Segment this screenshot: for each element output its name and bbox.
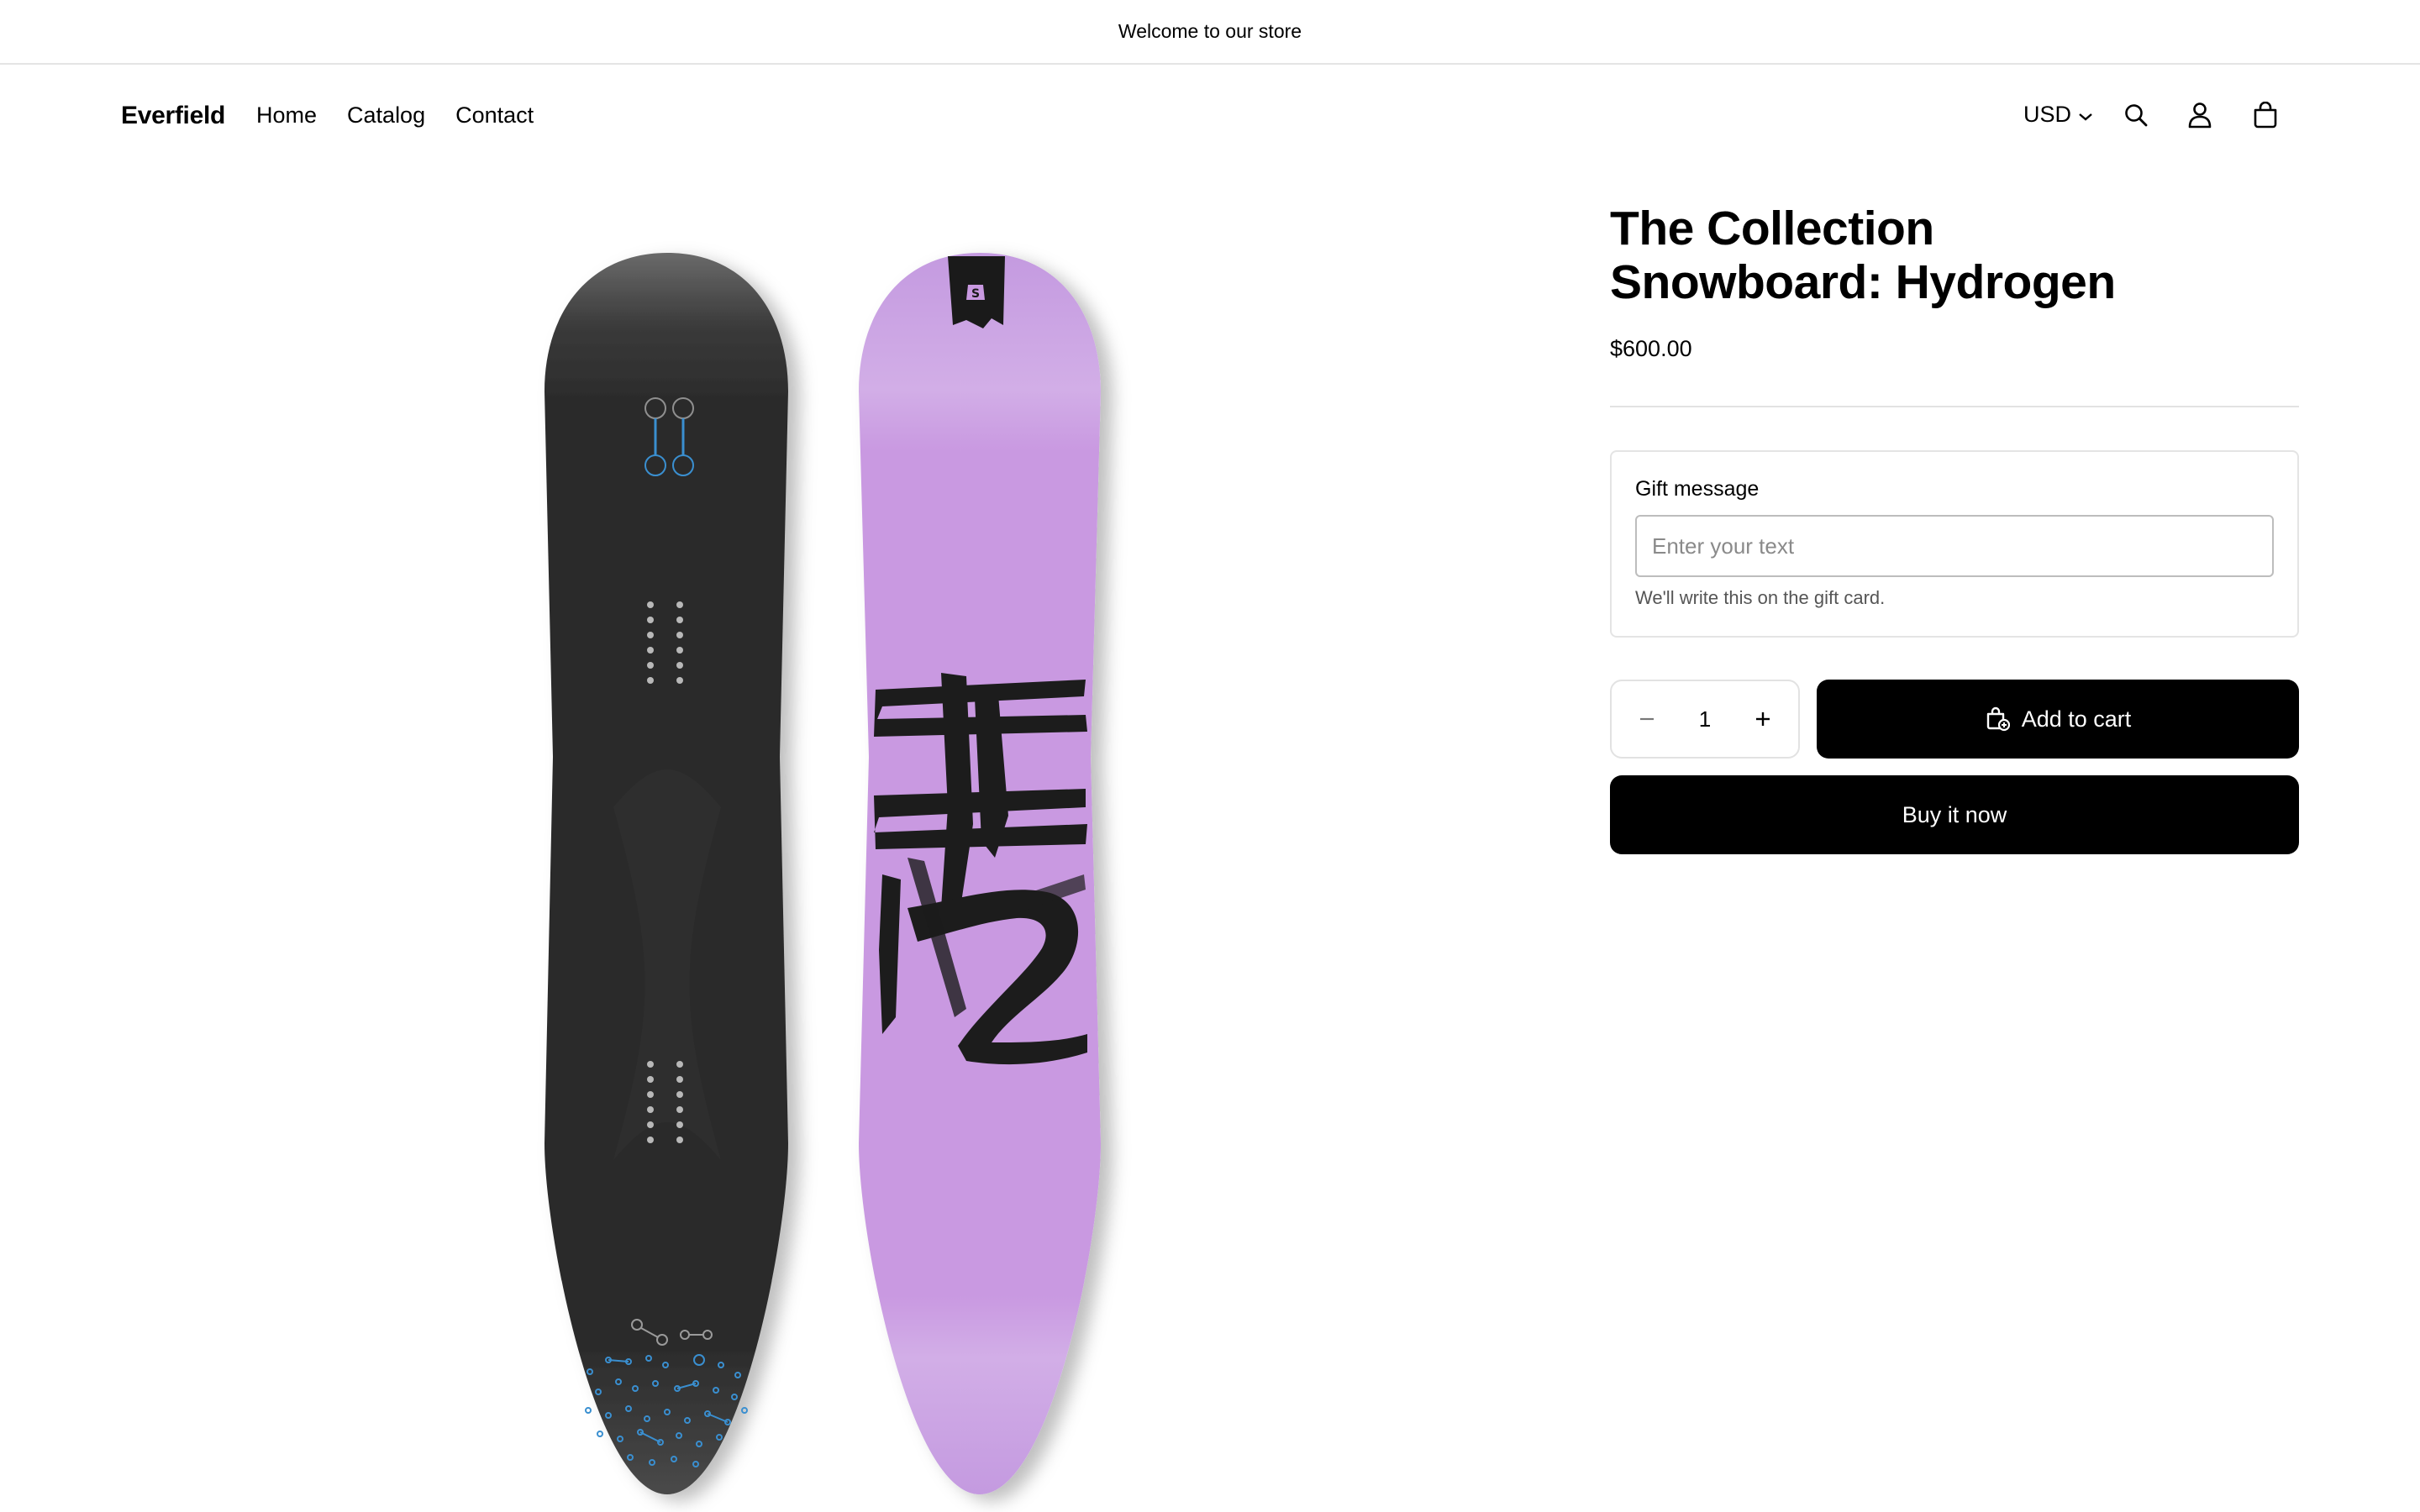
gift-message-help: We'll write this on the gift card.	[1635, 587, 1886, 608]
add-to-cart-label: Add to cart	[2021, 706, 2132, 732]
account-icon[interactable]	[2183, 98, 2217, 132]
buy-now-label: Buy it now	[1902, 801, 2007, 827]
add-to-cart-icon	[1986, 706, 2010, 732]
gift-message-label: Gift message	[1635, 477, 1760, 501]
product-title-line-1: The Collection	[1610, 202, 1934, 255]
snowboard-base	[544, 253, 788, 1494]
nav-contact[interactable]: Contact	[455, 102, 534, 129]
nav-home[interactable]: Home	[256, 102, 317, 129]
nav-catalog[interactable]: Catalog	[347, 102, 425, 129]
minus-icon	[1640, 717, 1654, 721]
store-logo[interactable]: Everfield	[121, 102, 225, 130]
divider	[1610, 406, 2299, 407]
product-title: The Collection Snowboard: Hydrogen	[1610, 202, 2299, 309]
cart-icon[interactable]	[2249, 98, 2282, 132]
site-header: Everfield Home Catalog Contact USD	[0, 65, 2420, 169]
announcement-text: Welcome to our store	[1118, 20, 1302, 42]
brand-tag: S	[948, 256, 1005, 328]
currency-label: USD	[2023, 102, 2072, 127]
announcement-bar: Welcome to our store	[0, 0, 2420, 65]
gift-message-input[interactable]	[1635, 515, 2274, 577]
plus-icon	[1756, 712, 1770, 726]
product-info: The Collection Snowboard: Hydrogen $600.…	[1610, 202, 2299, 854]
quantity-increase-button[interactable]	[1746, 702, 1780, 736]
product-price: $600.00	[1610, 336, 1692, 361]
search-icon[interactable]	[2119, 98, 2153, 132]
main-nav: Home Catalog Contact	[256, 102, 534, 129]
gift-message-box: Gift message We'll write this on the gif…	[1610, 450, 2299, 638]
snowboard-top	[859, 253, 1101, 1494]
quantity-value[interactable]: 1	[1699, 706, 1711, 732]
product-image[interactable]: S	[0, 169, 1613, 1512]
product-title-line-2: Snowboard: Hydrogen	[1610, 255, 2116, 309]
chevron-down-icon	[2078, 102, 2093, 128]
buy-row: 1 Add to cart	[1610, 680, 2299, 759]
product-gallery: S	[0, 169, 1613, 1512]
add-to-cart-button[interactable]: Add to cart	[1817, 680, 2299, 759]
buy-now-button[interactable]: Buy it now	[1610, 775, 2299, 854]
quantity-stepper: 1	[1610, 680, 1800, 759]
quantity-decrease-button[interactable]	[1630, 702, 1664, 736]
svg-text:S: S	[971, 287, 980, 301]
currency-selector[interactable]: USD	[2023, 102, 2093, 128]
